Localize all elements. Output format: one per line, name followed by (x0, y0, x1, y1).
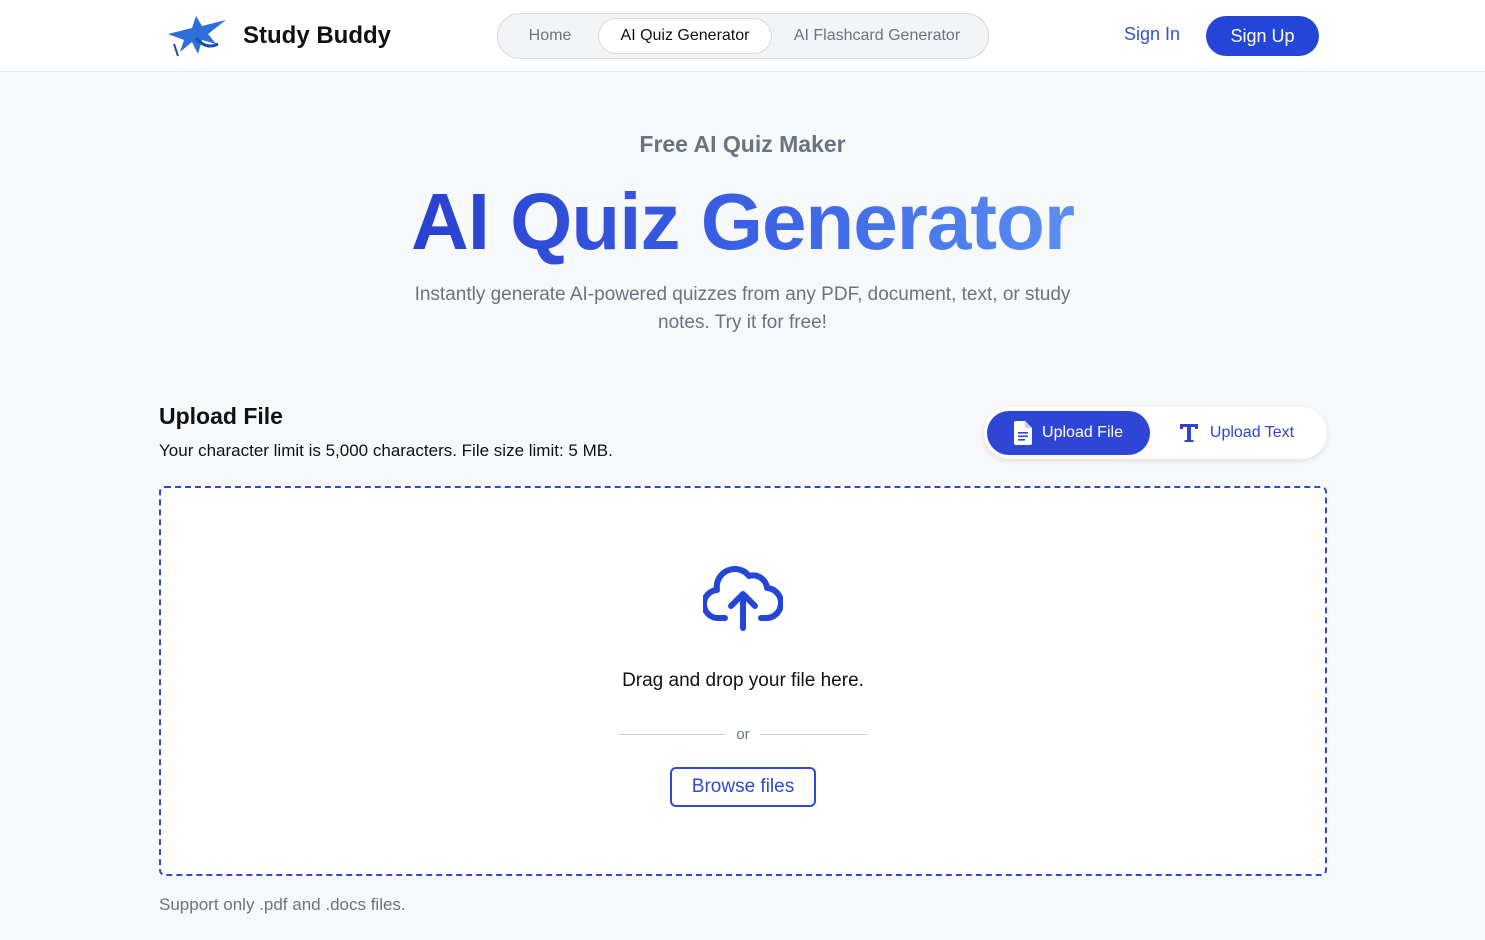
divider-line-left (618, 733, 727, 735)
upload-file-tab-label: Upload File (1042, 424, 1123, 441)
page-title-text: AI Quiz Generator (410, 177, 1075, 266)
limit-text: Your character limit is 5,000 characters… (159, 441, 613, 460)
upload-text-tab[interactable]: Upload Text (1150, 411, 1322, 455)
file-dropzone[interactable]: Drag and drop your file here. or Browse … (159, 486, 1327, 876)
or-divider: or (618, 724, 868, 744)
upload-section-title: Upload File (159, 403, 283, 429)
cloud-upload-icon (703, 566, 783, 631)
upload-text-tab-label: Upload Text (1209, 424, 1295, 441)
or-text: or (736, 725, 750, 743)
divider-line-right (759, 733, 868, 735)
text-icon (1179, 424, 1198, 442)
sign-in-link[interactable]: Sign In (1124, 24, 1180, 45)
brand-name[interactable]: Study Buddy (243, 22, 391, 50)
hero-subtitle: Instantly generate AI-powered quizzes fr… (414, 284, 1071, 333)
browse-files-button[interactable]: Browse files (670, 767, 816, 807)
supported-formats-note: Support only .pdf and .docs files. (159, 895, 406, 914)
logo-icon[interactable] (166, 14, 228, 58)
page-title: AI Quiz Generator (0, 174, 1485, 270)
nav-ai-quiz-generator[interactable]: AI Quiz Generator (598, 18, 772, 54)
document-icon (1014, 421, 1033, 445)
main-nav: Home AI Quiz Generator AI Flashcard Gene… (497, 13, 989, 59)
nav-ai-flashcard-generator[interactable]: AI Flashcard Generator (772, 18, 982, 54)
nav-home[interactable]: Home (502, 18, 598, 54)
top-header: Study Buddy Home AI Quiz Generator AI Fl… (0, 0, 1485, 72)
upload-file-tab[interactable]: Upload File (987, 411, 1150, 455)
sign-up-button[interactable]: Sign Up (1206, 16, 1319, 56)
upload-mode-toggle: Upload File Upload Text (984, 407, 1327, 459)
hero-eyebrow: Free AI Quiz Maker (639, 131, 846, 157)
drop-instructions: Drag and drop your file here. (622, 670, 864, 691)
